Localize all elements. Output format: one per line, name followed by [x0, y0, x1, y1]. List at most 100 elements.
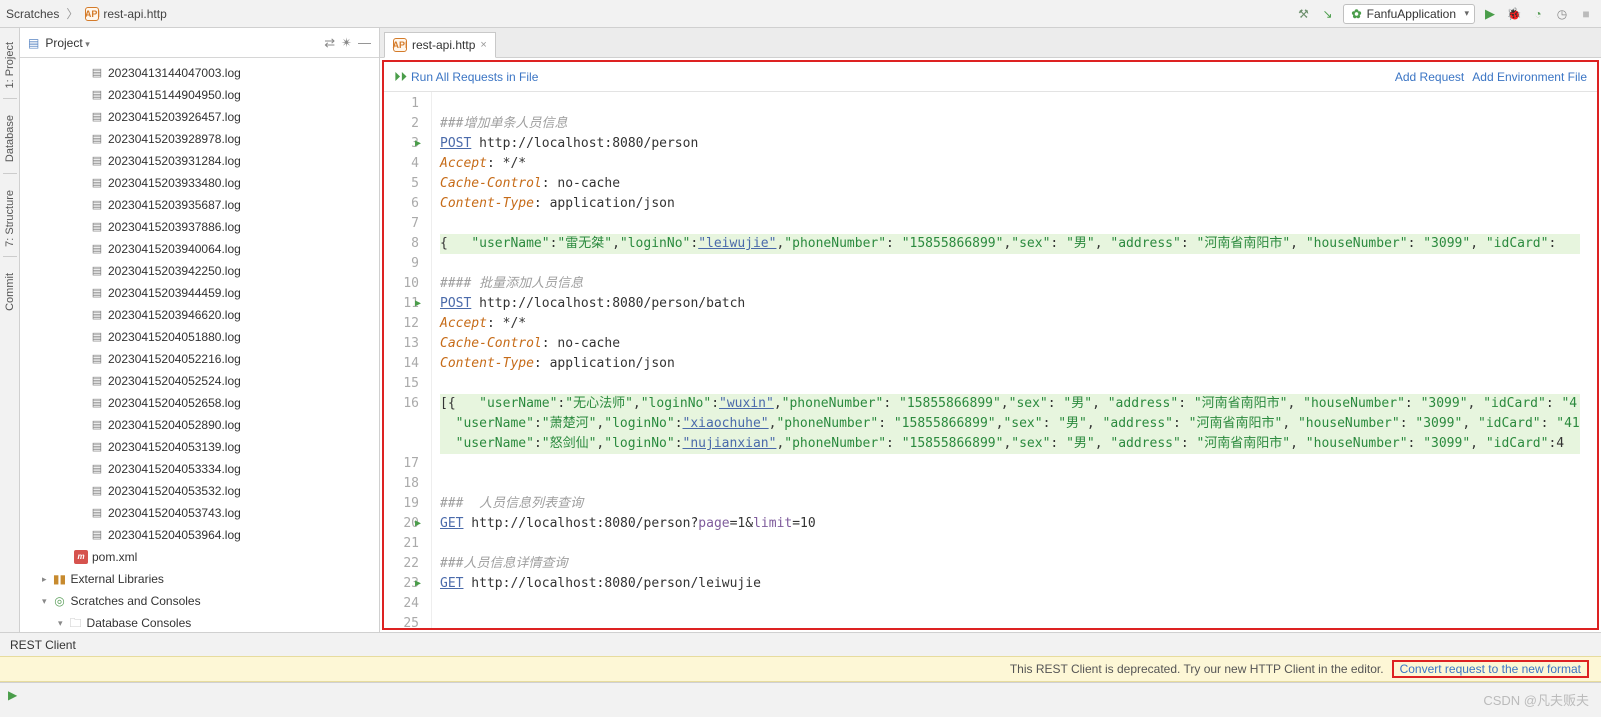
tree-label: 20230415203940064.log	[108, 240, 241, 258]
file-icon: ▤	[90, 108, 104, 126]
tree-item[interactable]: ▤20230415204052216.log	[20, 348, 379, 370]
convert-request-link[interactable]: Convert request to the new format	[1392, 660, 1589, 678]
tree-item[interactable]: ▤20230415204053964.log	[20, 524, 379, 546]
tree-label: 20230415204053964.log	[108, 526, 241, 544]
rail-project[interactable]: 1: Project	[4, 42, 16, 88]
tree-label: 20230415204052216.log	[108, 350, 241, 368]
tree-label: 20230415204053334.log	[108, 460, 241, 478]
editor-tab[interactable]: API rest-api.http ×	[384, 32, 496, 58]
tree-item[interactable]: mpom.xml	[20, 546, 379, 568]
http-method: POST	[440, 296, 471, 311]
breadcrumb-file[interactable]: rest-api.http	[103, 7, 166, 21]
header-val: : */*	[487, 156, 526, 171]
rest-client-tab[interactable]: REST Client	[10, 638, 76, 652]
select-opened-file-icon[interactable]: ⇄	[324, 35, 335, 51]
project-title[interactable]: Project	[45, 36, 89, 50]
tree-item[interactable]: ▾ 🗀Database Consoles	[20, 612, 379, 632]
tree-item[interactable]: ▾ ◎Scratches and Consoles	[20, 590, 379, 612]
tree-label: Scratches and Consoles	[71, 592, 201, 610]
code-content[interactable]: ###增加单条人员信息 POST http://localhost:8080/p…	[432, 92, 1588, 628]
chevron-down-icon[interactable]: ▾	[42, 592, 47, 610]
bottom-tool-bar: REST Client	[0, 632, 1601, 656]
header-val: : no-cache	[542, 336, 620, 351]
tree-item[interactable]: ▤20230415204052890.log	[20, 414, 379, 436]
tree-item[interactable]: ▤20230415204053139.log	[20, 436, 379, 458]
stop-button[interactable]: ■	[1577, 5, 1595, 23]
tree-label: 20230413144047003.log	[108, 64, 241, 82]
tree-label: 20230415204052890.log	[108, 416, 241, 434]
tree-item[interactable]: ▤20230415204052524.log	[20, 370, 379, 392]
leaf-icon: ✿	[1352, 7, 1362, 21]
add-env-file-link[interactable]: Add Environment File	[1472, 70, 1587, 84]
tree-item[interactable]: ▤20230413144047003.log	[20, 62, 379, 84]
tree-item[interactable]: ▤20230415203942250.log	[20, 260, 379, 282]
file-icon: ▤	[90, 174, 104, 192]
tree-label: 20230415204053139.log	[108, 438, 241, 456]
build-icon[interactable]: ⚒	[1295, 5, 1313, 23]
breadcrumb-root[interactable]: Scratches	[6, 7, 59, 21]
run-gutter-icon[interactable]: ▶	[415, 514, 421, 534]
url: http://localhost:8080/person/batch	[471, 296, 745, 311]
tree-item[interactable]: ▤20230415204053743.log	[20, 502, 379, 524]
coverage-button[interactable]: ◔	[1529, 5, 1547, 23]
hide-icon[interactable]: —	[358, 35, 371, 50]
file-icon: ▤	[90, 262, 104, 280]
run-all-button[interactable]: ⏵⏵ Run All Requests in File	[394, 69, 538, 85]
tree-item[interactable]: ▤20230415203940064.log	[20, 238, 379, 260]
code-editor[interactable]: 1 2 3▶ 4567 8910 11▶ 12131415 16 171819 …	[384, 92, 1597, 628]
run-gutter-icon[interactable]: ▶	[415, 294, 421, 314]
debug-button[interactable]: 🐞	[1505, 5, 1523, 23]
tree-item[interactable]: ▤20230415203946620.log	[20, 304, 379, 326]
tree-item[interactable]: ▤20230415203931284.log	[20, 150, 379, 172]
status-bar: ▶	[0, 682, 1601, 706]
rail-structure[interactable]: 7: Structure	[4, 190, 16, 247]
settings-icon[interactable]: ✴	[341, 35, 352, 51]
tree-item[interactable]: ▤20230415203926457.log	[20, 106, 379, 128]
tree-item[interactable]: ▤20230415204052658.log	[20, 392, 379, 414]
left-tool-rail: 1: Project Database 7: Structure Commit	[0, 28, 20, 632]
http-method: POST	[440, 136, 471, 151]
tree-item[interactable]: ▤20230415204053334.log	[20, 458, 379, 480]
tree-item[interactable]: ▤20230415203944459.log	[20, 282, 379, 304]
rail-database[interactable]: Database	[4, 115, 16, 162]
project-tree[interactable]: ▤20230413144047003.log▤20230415144904950…	[20, 58, 379, 632]
add-request-link[interactable]: Add Request	[1395, 70, 1464, 84]
comment: ###人员信息详情查询	[440, 556, 567, 571]
editor-highlight-box: ⏵⏵ Run All Requests in File Add Request …	[382, 60, 1599, 630]
scratches-icon: ◎	[53, 592, 67, 610]
run-status-icon[interactable]: ▶	[8, 688, 17, 702]
file-icon: ▤	[90, 394, 104, 412]
editor-column: API rest-api.http × ⏵⏵ Run All Requests …	[380, 28, 1601, 632]
run-target-icon[interactable]: ↘	[1319, 5, 1337, 23]
rail-commit[interactable]: Commit	[4, 273, 16, 311]
run-button[interactable]: ▶	[1481, 5, 1499, 23]
tree-label: 20230415203944459.log	[108, 284, 241, 302]
header-key: Accept	[440, 156, 487, 171]
tree-item[interactable]: ▸▮▮External Libraries	[20, 568, 379, 590]
file-icon: ▤	[90, 284, 104, 302]
tree-item[interactable]: ▤20230415203928978.log	[20, 128, 379, 150]
tree-label: 20230415203931284.log	[108, 152, 241, 170]
url: http://localhost:8080/person	[471, 136, 698, 151]
chevron-right-icon[interactable]: ▸	[42, 570, 47, 588]
param: page	[698, 516, 729, 531]
close-icon[interactable]: ×	[480, 39, 486, 51]
url: =10	[792, 516, 815, 531]
run-gutter-icon[interactable]: ▶	[415, 574, 421, 594]
tree-item[interactable]: ▤20230415203937886.log	[20, 216, 379, 238]
run-gutter-icon[interactable]: ▶	[415, 134, 421, 154]
file-icon: ▤	[90, 504, 104, 522]
profile-button[interactable]: ◷	[1553, 5, 1571, 23]
play-icon: ⏵⏵	[394, 69, 407, 85]
folder-icon: 🗀	[69, 614, 83, 632]
tree-item[interactable]: ▤20230415204053532.log	[20, 480, 379, 502]
tree-label: Database Consoles	[87, 614, 192, 632]
tree-item[interactable]: ▤20230415203935687.log	[20, 194, 379, 216]
tree-item[interactable]: ▤20230415204051880.log	[20, 326, 379, 348]
tree-item[interactable]: ▤20230415144904950.log	[20, 84, 379, 106]
file-icon: ▤	[90, 218, 104, 236]
tree-item[interactable]: ▤20230415203933480.log	[20, 172, 379, 194]
chevron-down-icon[interactable]: ▾	[58, 614, 63, 632]
run-config-selector[interactable]: ✿ FanfuApplication	[1343, 4, 1475, 24]
file-icon: ▤	[90, 306, 104, 324]
